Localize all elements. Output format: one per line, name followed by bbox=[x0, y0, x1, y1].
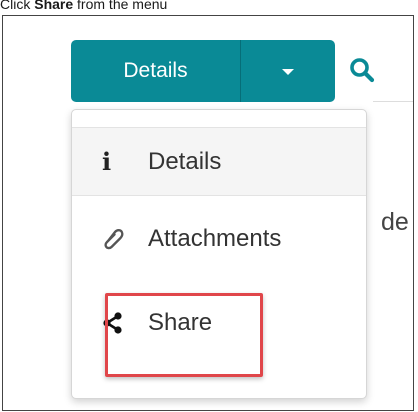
caret-down-icon bbox=[282, 69, 294, 75]
share-icon bbox=[102, 312, 136, 334]
menu-item-attachments[interactable]: Attachments bbox=[72, 204, 366, 274]
menu-item-details-label: Details bbox=[148, 147, 222, 175]
menu-item-share[interactable]: Share bbox=[72, 288, 366, 358]
header-divider bbox=[373, 101, 413, 102]
info-icon: i bbox=[102, 146, 112, 176]
menu-item-share-label: Share bbox=[148, 309, 213, 336]
background-text: de bbox=[381, 208, 409, 236]
menu-top-spacer bbox=[72, 110, 366, 128]
details-button[interactable]: Details bbox=[71, 40, 241, 102]
details-split-button: Details bbox=[71, 40, 335, 102]
menu-item-attachments-label: Attachments bbox=[148, 225, 282, 252]
search-icon[interactable] bbox=[349, 57, 375, 83]
dropdown-toggle-button[interactable] bbox=[241, 40, 335, 102]
screenshot-frame: Details de i Details Attachments Share bbox=[2, 15, 414, 411]
dropdown-menu: i Details Attachments Share bbox=[71, 109, 367, 399]
paperclip-icon bbox=[102, 227, 136, 251]
caption-prefix: Click bbox=[0, 0, 35, 12]
caption-suffix: from the menu bbox=[73, 0, 168, 12]
instruction-caption: Click Share from the menu bbox=[0, 0, 167, 14]
caption-bold: Share bbox=[34, 0, 74, 12]
menu-item-details[interactable]: i Details bbox=[72, 128, 366, 196]
